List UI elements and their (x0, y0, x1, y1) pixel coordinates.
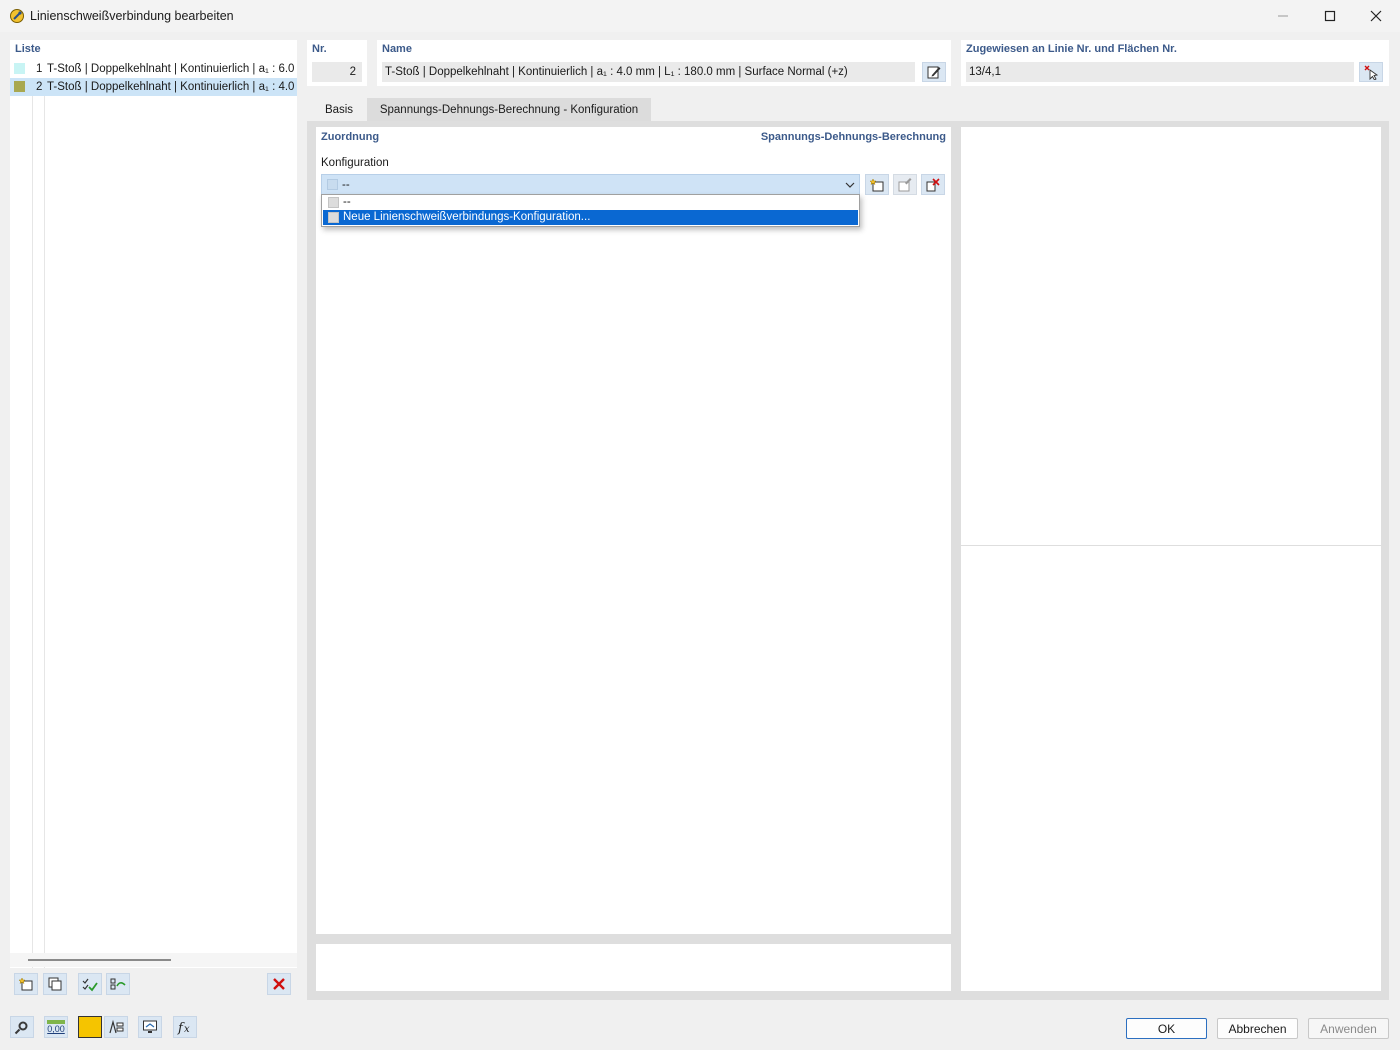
tab-label: Basis (324, 103, 354, 116)
window-title: Linienschweißverbindung bearbeiten (30, 9, 234, 23)
number-field[interactable]: 2 (312, 62, 362, 82)
name-value: T-Stoß | Doppelkehlnaht | Kontinuierlich… (385, 66, 848, 78)
edit-configuration-icon (898, 177, 912, 191)
tab-stress-strain-configuration[interactable]: Spannungs-Dehnungs-Berechnung - Konfigur… (367, 98, 651, 121)
minimize-button[interactable] (1260, 0, 1306, 32)
list-item-label: T-Stoß | Doppelkehlnaht | Kontinuierlich… (47, 81, 295, 93)
list-toolbar (10, 968, 297, 1000)
maximize-button[interactable] (1307, 0, 1353, 32)
edit-name-button[interactable] (922, 62, 946, 82)
weld-app-icon (10, 9, 24, 23)
delete-item-button[interactable] (267, 973, 291, 995)
uncheck-all-button[interactable] (106, 973, 130, 995)
search-icon (14, 1021, 28, 1035)
option-swatch (328, 212, 339, 223)
name-label: Name (382, 43, 412, 55)
ok-label: OK (1157, 1021, 1176, 1036)
ok-button[interactable]: OK (1126, 1018, 1207, 1039)
formula-button[interactable]: f x (173, 1016, 197, 1038)
new-item-button[interactable] (14, 973, 38, 995)
assignment-section-title: Zuordnung (321, 131, 380, 143)
number-panel: Nr. 2 (307, 40, 367, 86)
view-button[interactable] (138, 1016, 162, 1038)
new-item-icon (869, 177, 884, 191)
delete-configuration-icon (926, 177, 940, 191)
combo-swatch (327, 179, 338, 190)
uncheck-all-icon (110, 978, 126, 990)
list-item[interactable]: 1 T-Stoß | Doppelkehlnaht | Kontinuierli… (10, 60, 297, 78)
close-icon (1370, 10, 1382, 22)
assigned-panel: Zugewiesen an Linie Nr. und Flächen Nr. … (961, 40, 1389, 86)
dropdown-option-new-configuration[interactable]: Neue Linienschweißverbindungs-Konfigurat… (323, 210, 858, 225)
delete-icon (273, 978, 285, 990)
stress-strain-section-title: Spannungs-Dehnungs-Berechnung (760, 131, 946, 143)
pick-cursor-icon (1364, 65, 1379, 80)
maximize-icon (1324, 10, 1336, 22)
preview-panel-top (961, 127, 1381, 545)
chevron-down-icon[interactable] (845, 180, 855, 190)
assigned-field[interactable]: 13/4,1 (966, 62, 1354, 82)
tab-basis[interactable]: Basis (315, 98, 363, 121)
delete-configuration-button[interactable] (921, 174, 945, 195)
color-button[interactable] (78, 1016, 102, 1038)
info-panel (316, 944, 951, 991)
name-panel: Name T-Stoß | Doppelkehlnaht | Kontinuie… (377, 40, 951, 86)
svg-text:x: x (184, 1024, 190, 1035)
number-label: Nr. (312, 43, 327, 55)
name-field[interactable]: T-Stoß | Doppelkehlnaht | Kontinuierlich… (382, 62, 915, 82)
apply-label: Anwenden (1320, 1021, 1377, 1036)
tab-label: Spannungs-Dehnungs-Berechnung - Konfigur… (379, 103, 639, 116)
cancel-button[interactable]: Abbrechen (1217, 1018, 1298, 1039)
list-label: Liste (15, 43, 41, 55)
pick-from-model-button[interactable] (1359, 62, 1383, 82)
list-item-number: 1 (36, 63, 43, 75)
color-swatch (14, 63, 25, 74)
edit-configuration-button[interactable] (893, 174, 917, 195)
close-window-button[interactable] (1353, 0, 1399, 32)
dropdown-option-none[interactable]: -- (323, 195, 858, 210)
decimal-places-icon: 0,00 (47, 1024, 65, 1034)
assigned-value: 13/4,1 (969, 66, 1001, 78)
copy-icon (48, 977, 62, 991)
cancel-label: Abbrechen (1228, 1021, 1287, 1036)
scrollbar-thumb[interactable] (28, 959, 171, 961)
list-panel: Liste 1 T-Stoß | Doppelkehlnaht | Kontin… (10, 40, 297, 1000)
minimize-icon (1278, 15, 1288, 17)
check-all-button[interactable] (78, 973, 102, 995)
preview-panel-bottom (961, 546, 1381, 991)
configuration-dropdown-list: -- Neue Linienschweißverbindungs-Konfigu… (321, 194, 860, 227)
option-label: -- (343, 196, 351, 208)
decimal-places-button[interactable]: 0,00 (44, 1016, 68, 1038)
list-item[interactable]: 2 T-Stoß | Doppelkehlnaht | Kontinuierli… (10, 78, 297, 96)
display-settings-icon (109, 1019, 124, 1034)
title-bar: Linienschweißverbindung bearbeiten (0, 0, 1400, 32)
new-item-icon (18, 977, 33, 991)
assigned-label: Zugewiesen an Linie Nr. und Flächen Nr. (966, 43, 1177, 55)
horizontal-scrollbar[interactable] (10, 953, 297, 967)
monitor-view-icon (143, 1020, 157, 1033)
search-button[interactable] (10, 1016, 34, 1038)
tree-guide-line (44, 96, 45, 992)
copy-item-button[interactable] (43, 973, 67, 995)
new-configuration-button[interactable] (865, 174, 889, 195)
apply-button[interactable]: Anwenden (1308, 1018, 1389, 1039)
status-bar: 0,00 f x OK Abbrechen Anwenden (0, 1006, 1400, 1050)
display-settings-button[interactable] (104, 1016, 128, 1038)
list-item-number: 2 (36, 81, 43, 93)
configuration-label: Konfiguration (321, 157, 389, 169)
edit-pencil-icon (927, 66, 941, 79)
configuration-combobox[interactable]: -- (321, 174, 860, 195)
function-icon: f x (177, 1021, 190, 1035)
option-swatch (328, 197, 339, 208)
number-value: 2 (349, 66, 356, 78)
check-all-icon (82, 978, 98, 992)
tree-guide-line (32, 96, 33, 992)
option-label: Neue Linienschweißverbindungs-Konfigurat… (343, 211, 591, 223)
assignment-panel: Zuordnung Spannungs-Dehnungs-Berechnung … (316, 127, 951, 934)
color-swatch (14, 81, 25, 92)
combo-value: -- (342, 179, 350, 191)
list-item-label: T-Stoß | Doppelkehlnaht | Kontinuierlich… (47, 63, 295, 75)
